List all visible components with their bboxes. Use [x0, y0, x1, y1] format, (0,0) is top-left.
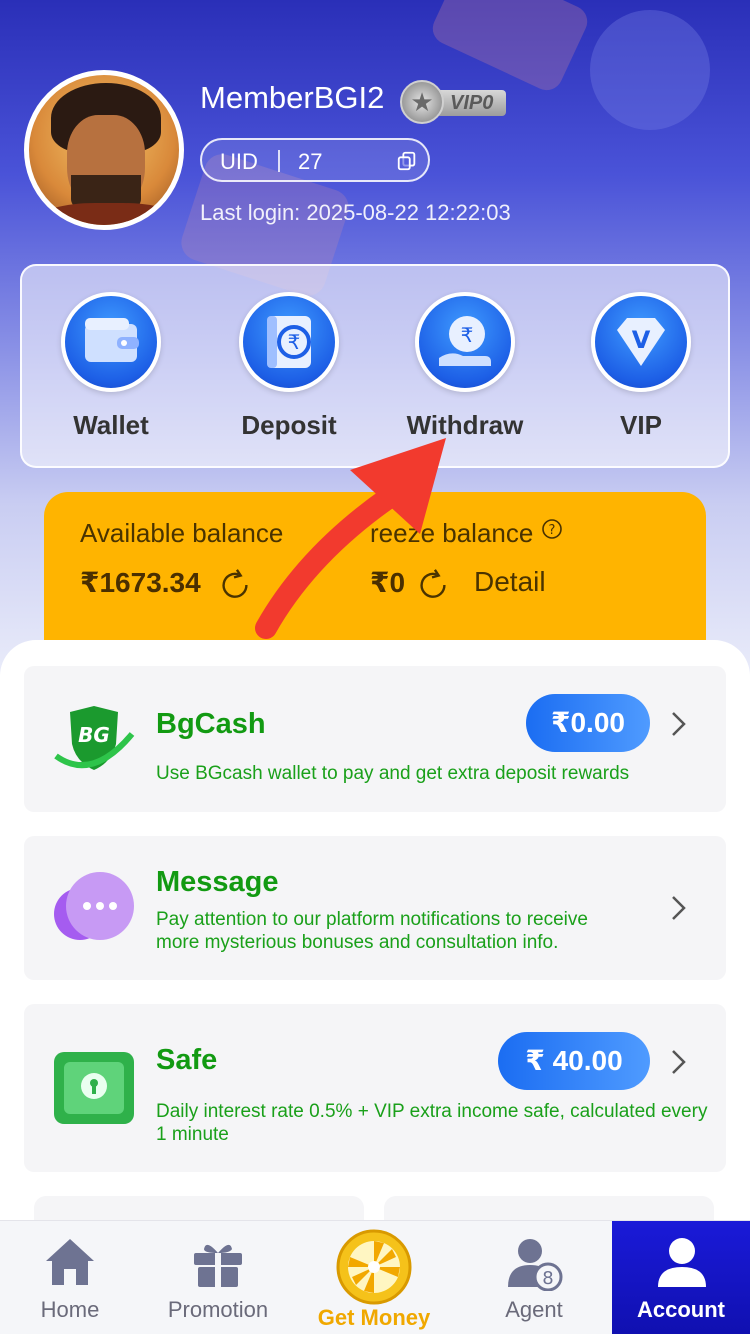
quick-actions-panel: Wallet ₹ Deposit ₹ Withdraw V VIP	[20, 264, 730, 468]
tab-home-label: Home	[40, 1297, 100, 1322]
tab-get-money-label: Get Money	[317, 1305, 431, 1330]
agent-icon: 8	[508, 1239, 563, 1291]
bgcash-card[interactable]: BG BgCash Use BGcash wallet to pay and g…	[24, 666, 726, 812]
safe-description: Daily interest rate 0.5% + VIP extra inc…	[156, 1101, 708, 1145]
uid-box: UID 27	[200, 138, 430, 182]
freeze-balance-label: reeze balance ?	[370, 518, 563, 549]
bgcash-title: BgCash	[156, 708, 266, 740]
vip-level-badge: VIP0 ★	[400, 80, 508, 124]
message-bubble-icon	[54, 872, 134, 940]
decoration-coin	[590, 10, 710, 130]
svg-text:₹: ₹	[461, 323, 474, 347]
username: MemberBGI2	[200, 80, 385, 115]
avatar[interactable]	[24, 70, 184, 230]
safe-card[interactable]: Safe Daily interest rate 0.5% + VIP extr…	[24, 1004, 726, 1172]
tab-account-label: Account	[637, 1297, 725, 1322]
account-icon	[658, 1238, 706, 1287]
help-icon[interactable]: ?	[541, 518, 563, 540]
vip-label: VIP	[620, 410, 662, 440]
tab-agent-label: Agent	[505, 1297, 563, 1322]
bgcash-description: Use BGcash wallet to pay and get extra d…	[156, 763, 630, 784]
svg-text:V: V	[632, 326, 651, 354]
balance-detail-link[interactable]: Detail	[474, 566, 546, 598]
vip-button[interactable]: V VIP	[566, 292, 716, 441]
tab-agent[interactable]: 8 Agent	[464, 1221, 604, 1334]
safe-amount: ₹ 40.00	[498, 1032, 650, 1090]
svg-text:8: 8	[542, 1268, 553, 1289]
svg-text:₹: ₹	[288, 330, 301, 354]
chevron-right-icon[interactable]	[664, 1048, 692, 1076]
svg-text:?: ?	[548, 523, 555, 538]
svg-text:BG: BG	[78, 723, 110, 747]
refresh-icon[interactable]	[414, 566, 452, 604]
vip-diamond-icon: V	[591, 292, 691, 392]
tab-home[interactable]: Home	[0, 1221, 140, 1334]
wallet-icon	[61, 292, 161, 392]
copy-icon[interactable]	[396, 150, 418, 172]
uid-label: UID	[220, 149, 258, 174]
message-title: Message	[156, 866, 279, 898]
uid-value: 27	[298, 149, 323, 174]
vip-level-label: VIP0	[436, 90, 506, 116]
tab-promotion[interactable]: Promotion	[148, 1221, 288, 1334]
gift-icon	[194, 1244, 242, 1287]
balance-card: Available balance reeze balance ? ₹1673.…	[44, 492, 706, 652]
wallet-button[interactable]: Wallet	[36, 292, 186, 441]
deposit-label: Deposit	[241, 410, 337, 440]
refresh-icon[interactable]	[216, 566, 254, 604]
deposit-icon: ₹	[239, 292, 339, 392]
message-description: Pay attention to our platform notificati…	[156, 909, 588, 953]
deposit-button[interactable]: ₹ Deposit	[214, 292, 364, 441]
home-icon	[46, 1239, 94, 1285]
lucky-wheel-icon	[336, 1229, 412, 1305]
withdraw-button[interactable]: ₹ Withdraw	[390, 292, 540, 441]
bottom-tab-bar: Home Promotion Get Money 8 Agent Account	[0, 1220, 750, 1334]
wallet-label: Wallet	[73, 410, 149, 440]
bgcash-amount: ₹0.00	[526, 694, 650, 752]
safe-title: Safe	[156, 1044, 218, 1076]
tab-account[interactable]: Account	[612, 1221, 750, 1334]
last-login-time: Last login: 2025-08-22 12:22:03	[200, 200, 511, 225]
withdraw-label: Withdraw	[406, 410, 524, 440]
withdraw-icon: ₹	[415, 292, 515, 392]
vip-star-icon: ★	[400, 80, 444, 124]
chevron-right-icon[interactable]	[664, 710, 692, 738]
message-card[interactable]: Message Pay attention to our platform no…	[24, 836, 726, 980]
safe-vault-icon	[54, 1052, 134, 1124]
tab-get-money[interactable]: Get Money	[304, 1221, 444, 1334]
chevron-right-icon[interactable]	[664, 894, 692, 922]
available-balance-label: Available balance	[80, 518, 284, 548]
available-balance-value: ₹1673.34	[80, 567, 201, 598]
tab-promotion-label: Promotion	[167, 1297, 269, 1322]
bgcash-logo-icon: BG	[54, 706, 135, 770]
freeze-balance-value: ₹0	[370, 567, 406, 598]
